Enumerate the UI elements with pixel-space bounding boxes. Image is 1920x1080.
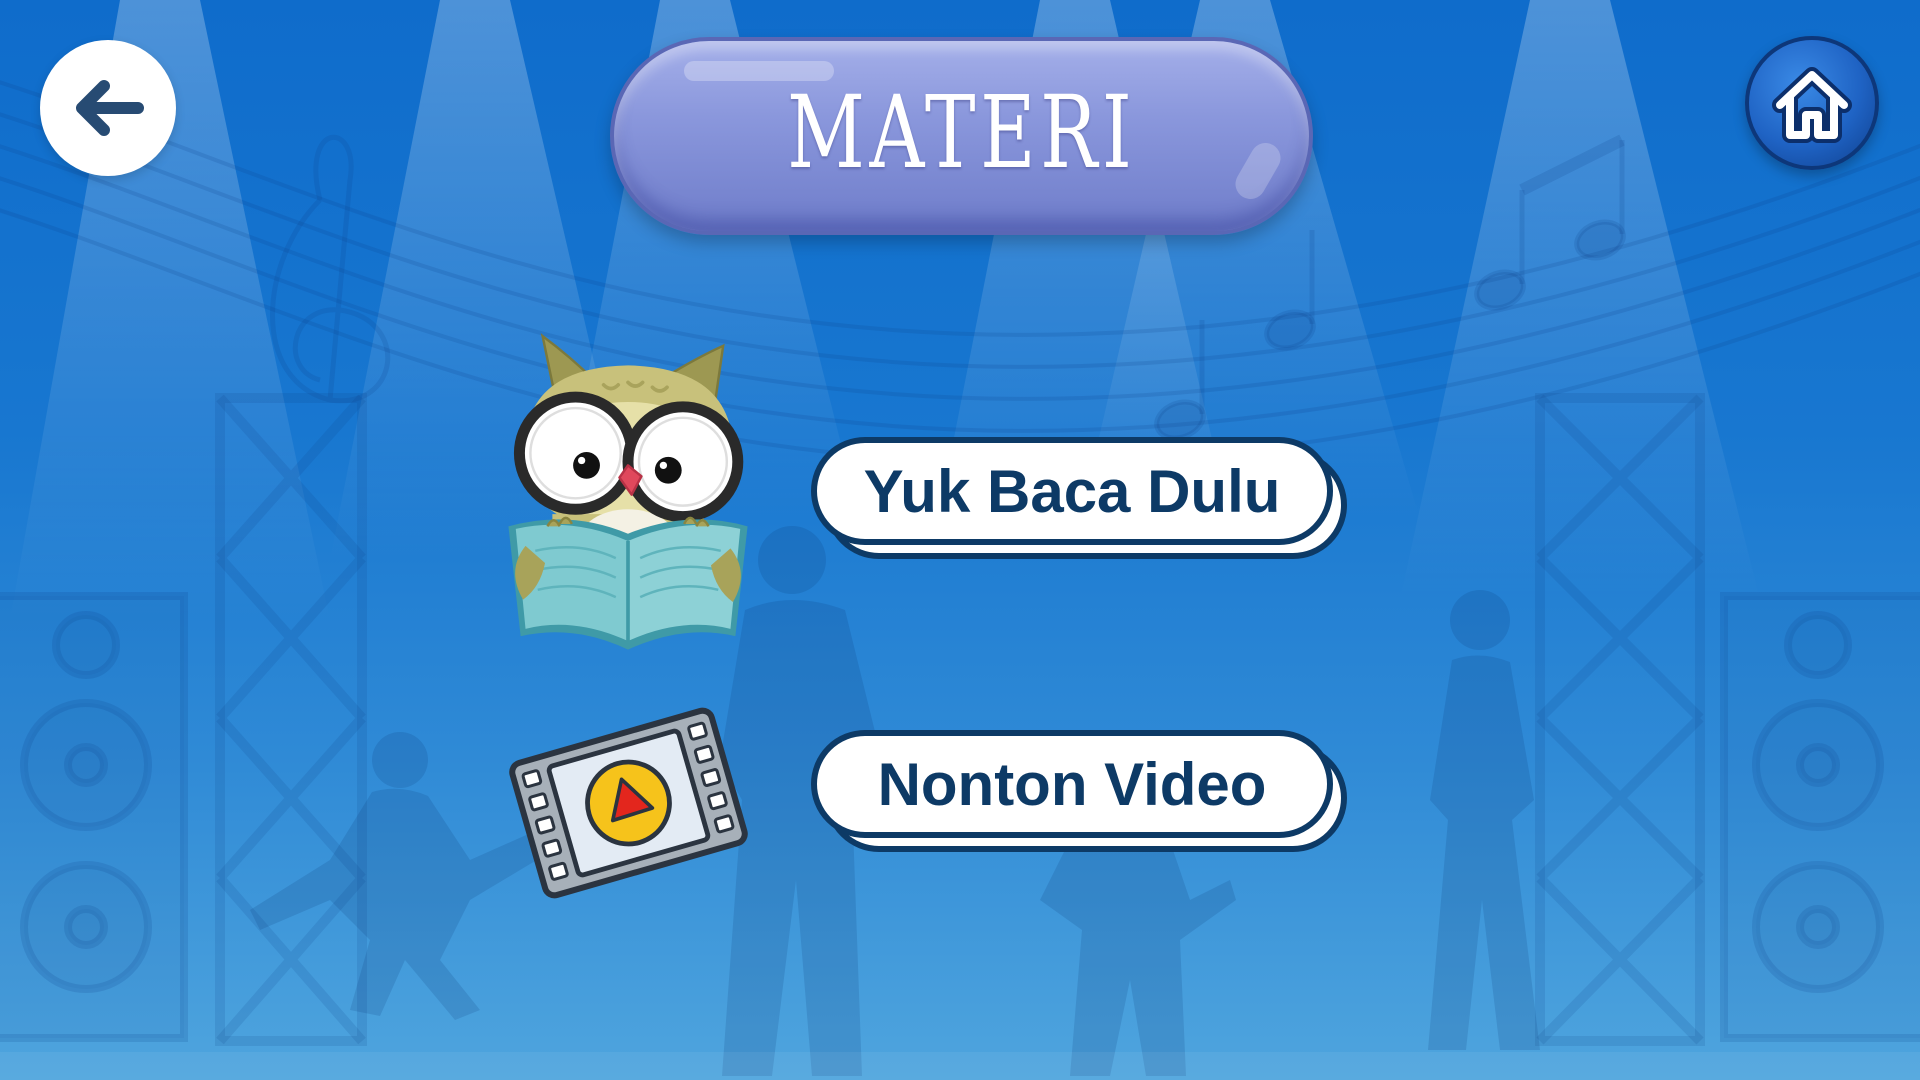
title-gloss-highlight bbox=[1230, 137, 1286, 205]
home-button[interactable] bbox=[1745, 36, 1879, 170]
owl-reading-book-icon bbox=[508, 333, 748, 650]
film-play-icon bbox=[509, 707, 748, 899]
watch-video-label: Nonton Video bbox=[877, 750, 1267, 818]
arrow-left-icon bbox=[76, 80, 144, 136]
page-title-banner: MATERI bbox=[610, 37, 1313, 235]
speaker-left bbox=[0, 592, 188, 1042]
home-icon bbox=[1772, 67, 1852, 143]
back-button[interactable] bbox=[40, 40, 176, 176]
read-material-button[interactable]: Yuk Baca Dulu bbox=[811, 437, 1347, 561]
speaker-right bbox=[1720, 592, 1920, 1042]
button-face[interactable]: Nonton Video bbox=[811, 730, 1333, 838]
button-face[interactable]: Yuk Baca Dulu bbox=[811, 437, 1333, 545]
watch-video-button[interactable]: Nonton Video bbox=[811, 730, 1347, 854]
page-title: MATERI bbox=[786, 73, 1137, 191]
read-material-label: Yuk Baca Dulu bbox=[863, 457, 1281, 525]
stage-floor bbox=[0, 1052, 1920, 1080]
